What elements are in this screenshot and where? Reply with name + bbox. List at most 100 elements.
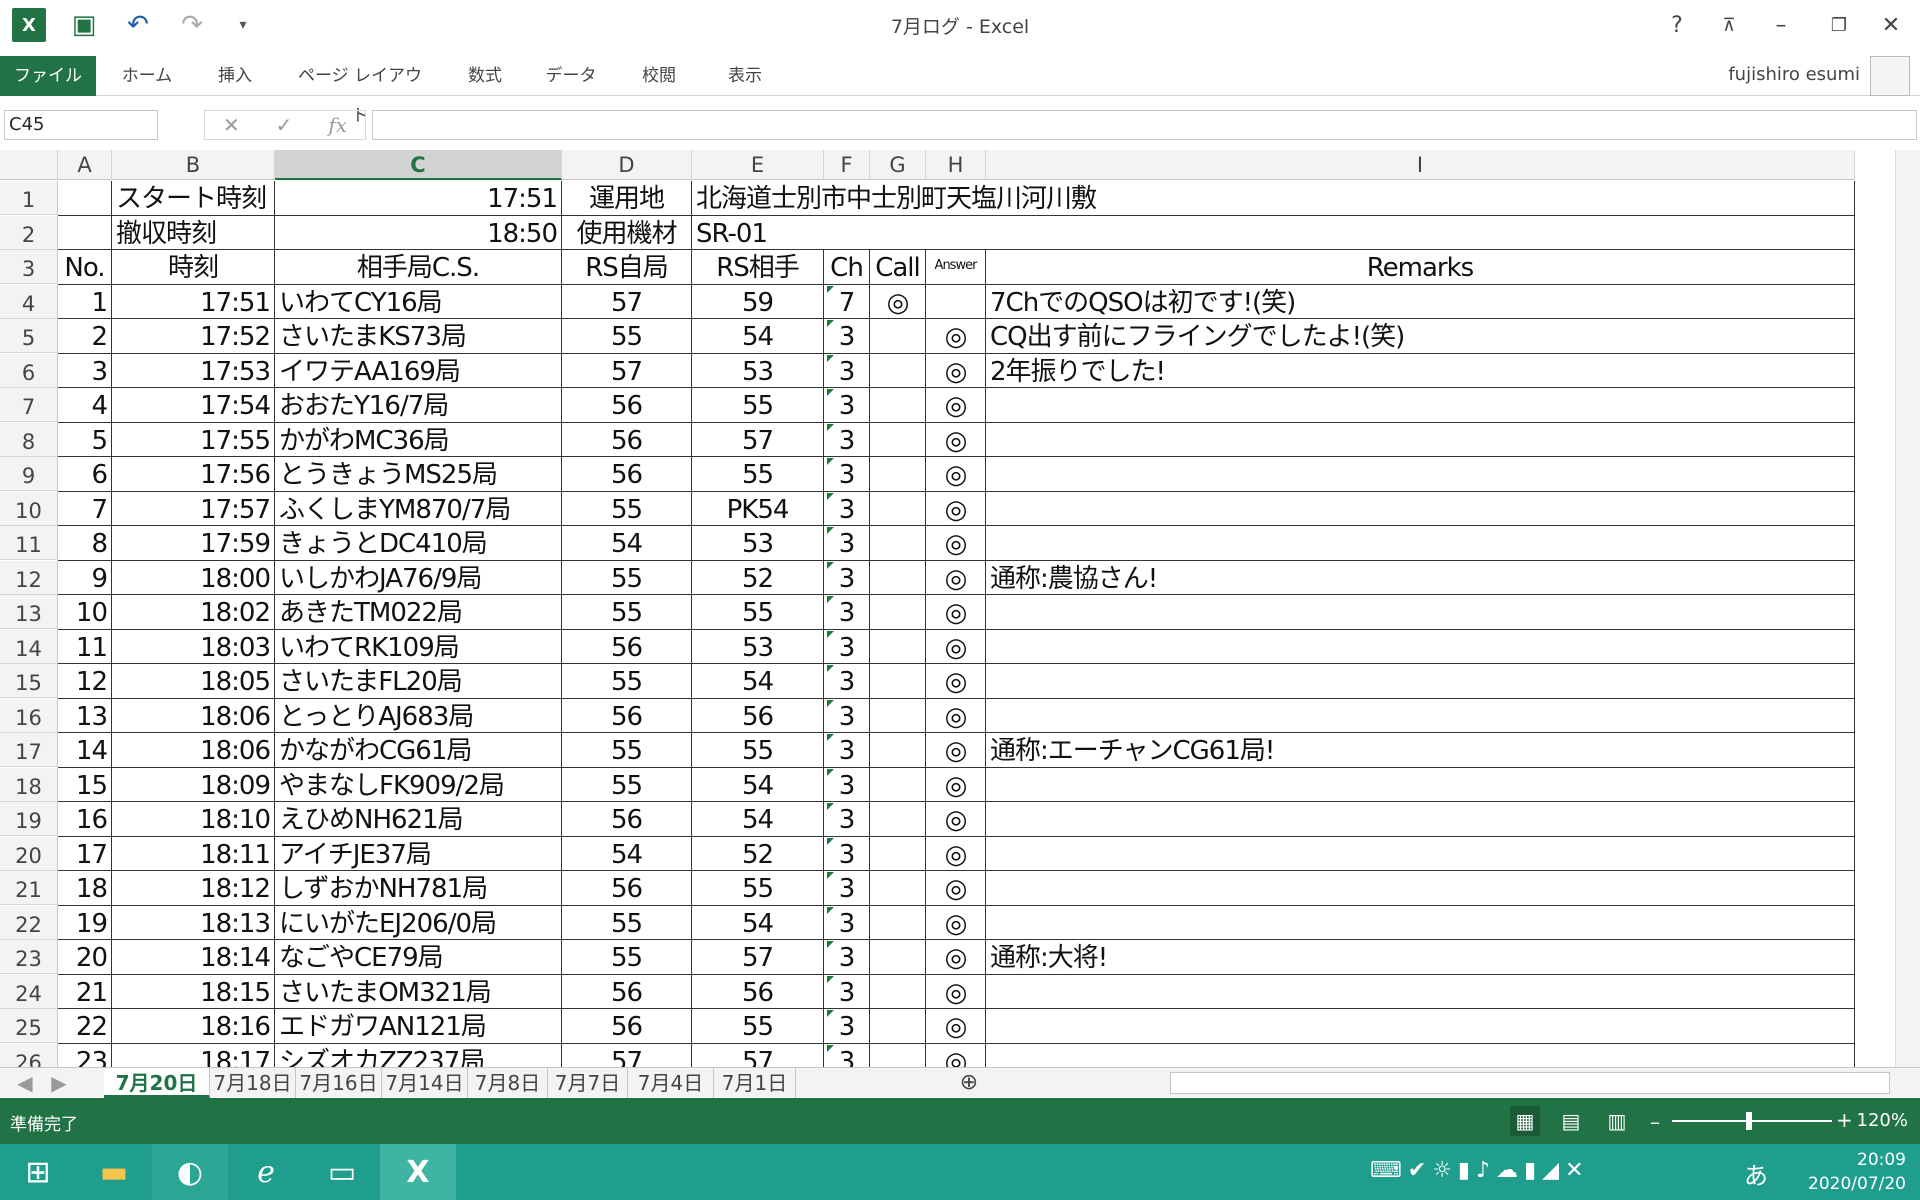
- call-cell[interactable]: [870, 698, 926, 733]
- call-cell[interactable]: [870, 1009, 926, 1044]
- time-cell[interactable]: 18:00: [112, 560, 275, 595]
- zoom-slider[interactable]: [1672, 1120, 1832, 1122]
- sheet-tab[interactable]: 7月1日: [714, 1068, 796, 1098]
- worksheet-grid[interactable]: A B C D E F G H I 1 2 3 4 5 6 7 8 9 10 11 12 13 14 15 16 17 18 19 20…: [0, 0, 1895, 1067]
- rs-self-cell[interactable]: 56: [562, 388, 692, 423]
- start-time-value[interactable]: 17:51: [275, 181, 562, 216]
- call-cell[interactable]: [870, 974, 926, 1009]
- callsign-cell[interactable]: おおたY16/7局: [275, 388, 562, 423]
- no-cell[interactable]: 21: [58, 974, 112, 1009]
- no-cell[interactable]: 15: [58, 767, 112, 802]
- row-header[interactable]: 23: [0, 940, 58, 974]
- remarks-cell[interactable]: [986, 767, 1855, 802]
- rs-other-cell[interactable]: 56: [692, 698, 824, 733]
- time-cell[interactable]: 18:16: [112, 1009, 275, 1044]
- time-cell[interactable]: 17:55: [112, 422, 275, 457]
- rs-self-cell[interactable]: 57: [562, 1043, 692, 1067]
- answer-cell[interactable]: ◎: [926, 629, 986, 664]
- rs-self-cell[interactable]: 55: [562, 733, 692, 768]
- call-cell[interactable]: [870, 905, 926, 940]
- callsign-cell[interactable]: アイチJE37局: [275, 836, 562, 871]
- rs-other-cell[interactable]: 54: [692, 319, 824, 354]
- rs-other-cell[interactable]: 55: [692, 388, 824, 423]
- location-value[interactable]: 北海道士別市中士別町天塩川河川敷: [692, 181, 1855, 216]
- time-cell[interactable]: 18:14: [112, 940, 275, 975]
- rs-self-cell[interactable]: 56: [562, 1009, 692, 1044]
- rs-other-cell[interactable]: 53: [692, 629, 824, 664]
- rs-other-cell[interactable]: 57: [692, 940, 824, 975]
- remarks-cell[interactable]: 7ChでのQSOは初です!(笑): [986, 284, 1855, 319]
- time-cell[interactable]: 18:13: [112, 905, 275, 940]
- callsign-cell[interactable]: えひめNH621局: [275, 802, 562, 837]
- header-cell[interactable]: Call: [870, 250, 926, 285]
- remarks-cell[interactable]: [986, 974, 1855, 1009]
- call-cell[interactable]: [870, 836, 926, 871]
- rs-self-cell[interactable]: 56: [562, 457, 692, 492]
- row-header[interactable]: 22: [0, 905, 58, 940]
- no-cell[interactable]: 9: [58, 560, 112, 595]
- no-cell[interactable]: 22: [58, 1009, 112, 1044]
- call-cell[interactable]: [870, 940, 926, 975]
- answer-cell[interactable]: ◎: [926, 526, 986, 561]
- remarks-cell[interactable]: [986, 802, 1855, 837]
- remote-desktop-icon[interactable]: ▭: [304, 1144, 380, 1200]
- rs-other-cell[interactable]: 56: [692, 974, 824, 1009]
- row-header[interactable]: 12: [0, 560, 58, 595]
- row-header[interactable]: 21: [0, 871, 58, 905]
- rs-other-cell[interactable]: 57: [692, 1043, 824, 1067]
- no-cell[interactable]: 23: [58, 1043, 112, 1067]
- callsign-cell[interactable]: かながわCG61局: [275, 733, 562, 768]
- time-cell[interactable]: 18:06: [112, 698, 275, 733]
- clock[interactable]: 20:09 2020/07/20: [1808, 1148, 1906, 1196]
- header-cell[interactable]: Answer: [926, 250, 986, 285]
- answer-cell[interactable]: ◎: [926, 871, 986, 906]
- call-cell[interactable]: [870, 491, 926, 526]
- no-cell[interactable]: 13: [58, 698, 112, 733]
- header-cell[interactable]: Ch: [824, 250, 870, 285]
- answer-cell[interactable]: ◎: [926, 491, 986, 526]
- zoom-in-icon[interactable]: +: [1836, 1108, 1853, 1132]
- call-cell[interactable]: [870, 802, 926, 837]
- callsign-cell[interactable]: さいたまFL20局: [275, 664, 562, 699]
- answer-cell[interactable]: ◎: [926, 595, 986, 630]
- time-cell[interactable]: 18:17: [112, 1043, 275, 1067]
- end-time-label[interactable]: 撤収時刻: [112, 215, 275, 250]
- row-header[interactable]: 7: [0, 388, 58, 422]
- remarks-cell[interactable]: [986, 1043, 1855, 1067]
- time-cell[interactable]: 17:52: [112, 319, 275, 354]
- callsign-cell[interactable]: やまなしFK909/2局: [275, 767, 562, 802]
- time-cell[interactable]: 18:06: [112, 733, 275, 768]
- remarks-cell[interactable]: [986, 388, 1855, 423]
- row-header[interactable]: 24: [0, 974, 58, 1009]
- column-header-f[interactable]: F: [824, 150, 870, 180]
- callsign-cell[interactable]: ふくしまYM870/7局: [275, 491, 562, 526]
- rs-self-cell[interactable]: 56: [562, 698, 692, 733]
- time-cell[interactable]: 18:02: [112, 595, 275, 630]
- remarks-cell[interactable]: 通称:エーチャンCG61局!: [986, 733, 1855, 768]
- call-cell[interactable]: [870, 871, 926, 906]
- time-cell[interactable]: 17:56: [112, 457, 275, 492]
- time-cell[interactable]: 17:53: [112, 353, 275, 388]
- row-header[interactable]: 9: [0, 457, 58, 491]
- cell[interactable]: [58, 215, 112, 250]
- remarks-cell[interactable]: [986, 422, 1855, 457]
- ime-indicator[interactable]: あ: [1744, 1156, 1768, 1191]
- row-header[interactable]: 18: [0, 767, 58, 802]
- answer-cell[interactable]: ◎: [926, 940, 986, 975]
- time-cell[interactable]: 18:15: [112, 974, 275, 1009]
- rs-other-cell[interactable]: 55: [692, 1009, 824, 1044]
- rs-self-cell[interactable]: 54: [562, 836, 692, 871]
- time-cell[interactable]: 18:11: [112, 836, 275, 871]
- rs-self-cell[interactable]: 55: [562, 560, 692, 595]
- answer-cell[interactable]: ◎: [926, 802, 986, 837]
- no-cell[interactable]: 1: [58, 284, 112, 319]
- page-break-view-icon[interactable]: ▥: [1602, 1106, 1632, 1136]
- row-header[interactable]: 4: [0, 284, 58, 319]
- edge-icon[interactable]: ◐: [152, 1144, 228, 1200]
- rs-self-cell[interactable]: 55: [562, 940, 692, 975]
- end-time-value[interactable]: 18:50: [275, 215, 562, 250]
- rs-other-cell[interactable]: 55: [692, 595, 824, 630]
- page-layout-view-icon[interactable]: ▤: [1556, 1106, 1586, 1136]
- row-header[interactable]: 10: [0, 491, 58, 526]
- no-cell[interactable]: 7: [58, 491, 112, 526]
